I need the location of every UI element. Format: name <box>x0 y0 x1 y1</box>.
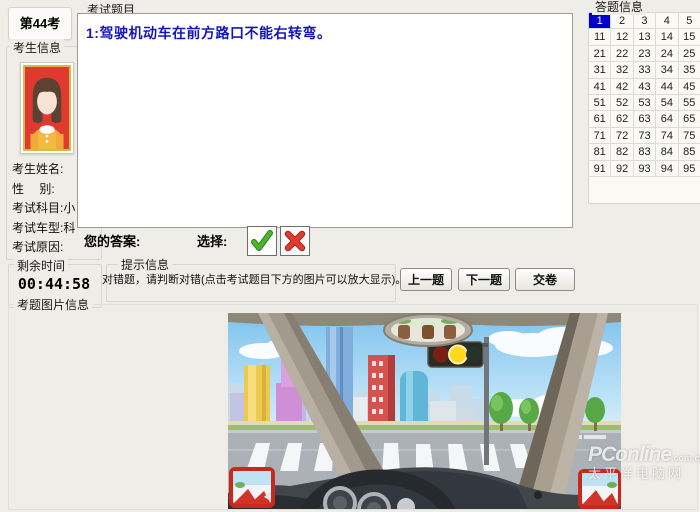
answer-grid-cell[interactable]: 23 <box>633 45 657 63</box>
answer-true-button[interactable] <box>247 226 277 256</box>
rearview-mirror <box>383 313 473 347</box>
answer-grid-cell[interactable]: 61 <box>589 111 612 128</box>
next-question-button[interactable]: 下一题 <box>458 268 510 291</box>
traffic-light-pole <box>484 337 489 465</box>
previous-question-button[interactable]: 上一题 <box>400 268 452 291</box>
answer-grid-cell[interactable]: 65 <box>678 111 700 128</box>
answer-grid-cell[interactable]: 22 <box>611 45 634 63</box>
answer-grid-cell[interactable]: 53 <box>633 94 657 112</box>
yellow-light-on <box>448 344 468 365</box>
answer-grid-cell[interactable]: 34 <box>656 62 679 79</box>
answer-grid-cell[interactable]: 13 <box>633 29 657 46</box>
answer-grid-cell[interactable]: 14 <box>656 29 679 46</box>
candidate-field-value: 小 <box>63 201 76 215</box>
candidate-field-value: 科 <box>63 220 76 235</box>
answer-grid-cell[interactable]: 71 <box>589 127 612 145</box>
answer-grid-cell[interactable]: 63 <box>633 111 657 128</box>
answer-grid-cell[interactable]: 35 <box>678 62 700 79</box>
answer-grid-cell[interactable]: 51 <box>589 94 612 112</box>
answer-grid-cell[interactable]: 2 <box>611 13 634 30</box>
question-image-group-label: 考题图片信息 <box>14 296 93 313</box>
answer-grid-cell[interactable]: 25 <box>678 45 700 63</box>
exam-number-badge: 第44考 <box>8 7 72 40</box>
answer-grid-cell[interactable]: 5 <box>678 13 700 30</box>
answer-grid-cell[interactable]: 82 <box>611 144 634 161</box>
answer-grid-cell[interactable]: 41 <box>589 78 612 95</box>
candidate-field-row: 考试车型:科 <box>12 219 75 239</box>
answer-grid-cell[interactable]: 54 <box>656 94 679 112</box>
answer-grid-cell[interactable]: 33 <box>633 62 657 79</box>
check-icon <box>251 230 273 251</box>
answer-grid-cell[interactable]: 84 <box>656 144 679 161</box>
candidate-field-label: 考试科目: <box>12 201 64 215</box>
question-text: 1:驾驶机动车在前方路口不能右转弯。 <box>86 25 332 41</box>
answer-grid-cell[interactable]: 85 <box>678 144 700 161</box>
answer-grid-cell[interactable]: 21 <box>589 45 612 63</box>
answer-grid-cell[interactable]: 11 <box>589 29 612 46</box>
candidate-info-label: 考生信息 <box>10 39 65 56</box>
candidate-field-row: 考生姓名: <box>12 160 75 180</box>
answer-grid-cell[interactable]: 31 <box>589 62 612 79</box>
answer-grid-cell[interactable]: 73 <box>633 127 657 145</box>
answer-grid-cell[interactable]: 44 <box>656 78 679 95</box>
answer-grid-cell[interactable]: 12 <box>611 29 634 46</box>
answer-grid-cell[interactable]: 15 <box>678 29 700 46</box>
answer-grid-cell[interactable]: 32 <box>611 62 634 79</box>
candidate-field-row: 性 别: <box>12 180 75 200</box>
candidate-field-row: 考试原因: <box>12 238 75 258</box>
candidate-field-label: 考试原因: <box>12 240 64 254</box>
answer-grid-cell[interactable]: 3 <box>633 13 657 30</box>
driving-scene-illustration <box>222 313 621 512</box>
choice-label: 选择: <box>197 234 228 249</box>
your-answer-label: 您的答案: <box>84 234 141 249</box>
candidate-photo <box>20 62 74 158</box>
answer-grid-cell[interactable]: 1 <box>589 13 612 30</box>
answer-grid-cell[interactable]: 81 <box>589 144 612 161</box>
answer-grid: 1 2 3 4 5 11 12 13 14 15 21 22 23 24 25 31 32 33 34 35 41 42 4… <box>589 13 700 177</box>
answer-grid-cell[interactable]: 75 <box>678 127 700 145</box>
remaining-time-value: 00:44:58 <box>17 275 91 293</box>
answer-grid-cell[interactable]: 83 <box>633 144 657 161</box>
exam-window: 第44考 考生信息 考生姓名: 性 别: 考试科目:小 考试车型:科 考试原因: 考试题… <box>0 0 700 512</box>
answer-grid-cell[interactable]: 92 <box>611 160 634 177</box>
avatar-girl-illustration <box>25 67 69 158</box>
answer-grid-cell[interactable]: 4 <box>656 13 679 30</box>
remaining-time-label: 剩余时间 <box>14 257 69 274</box>
cross-icon <box>284 230 306 252</box>
submit-paper-button[interactable]: 交卷 <box>515 268 575 291</box>
answer-grid-cell[interactable]: 42 <box>611 78 634 95</box>
answer-grid-cell[interactable]: 93 <box>633 160 657 177</box>
candidate-field-label: 性 别: <box>12 181 55 196</box>
candidate-field-label: 考生姓名: <box>12 162 64 176</box>
answer-grid-cell[interactable]: 74 <box>656 127 679 145</box>
right-side-mirror <box>578 469 621 509</box>
answer-grid-cell[interactable]: 24 <box>656 45 679 63</box>
red-light-off <box>433 346 449 363</box>
question-image[interactable] <box>222 313 621 512</box>
answer-grid-cell[interactable]: 45 <box>678 78 700 95</box>
answer-info-label: 答题信息 <box>592 0 647 15</box>
question-panel: 1:驾驶机动车在前方路口不能右转弯。 <box>77 13 573 228</box>
answer-grid-cell[interactable]: 72 <box>611 127 634 145</box>
answer-grid-cell[interactable]: 62 <box>611 111 634 128</box>
answer-info-group: 1 2 3 4 5 11 12 13 14 15 21 22 23 24 25 31 32 33 34 35 41 42 4… <box>588 12 700 204</box>
answer-grid-cell[interactable]: 64 <box>656 111 679 128</box>
answer-grid-cell[interactable]: 55 <box>678 94 700 112</box>
green-light-off <box>466 346 482 363</box>
answer-grid-cell[interactable]: 95 <box>678 160 700 177</box>
answer-grid-cell[interactable]: 91 <box>589 160 612 177</box>
candidate-field-label: 考试车型: <box>12 220 64 235</box>
answer-grid-cell[interactable]: 94 <box>656 160 679 177</box>
hint-text: 对错题，请判断对错(点击考试题目下方的图片可以放大显示)。 <box>102 274 407 286</box>
candidate-fields: 考生姓名: 性 别: 考试科目:小 考试车型:科 考试原因: <box>12 160 75 258</box>
answer-grid-cell[interactable]: 43 <box>633 78 657 95</box>
answer-grid-cell[interactable]: 52 <box>611 94 634 112</box>
left-side-mirror <box>229 467 275 508</box>
answer-false-button[interactable] <box>280 226 310 256</box>
candidate-field-row: 考试科目:小 <box>12 199 75 219</box>
